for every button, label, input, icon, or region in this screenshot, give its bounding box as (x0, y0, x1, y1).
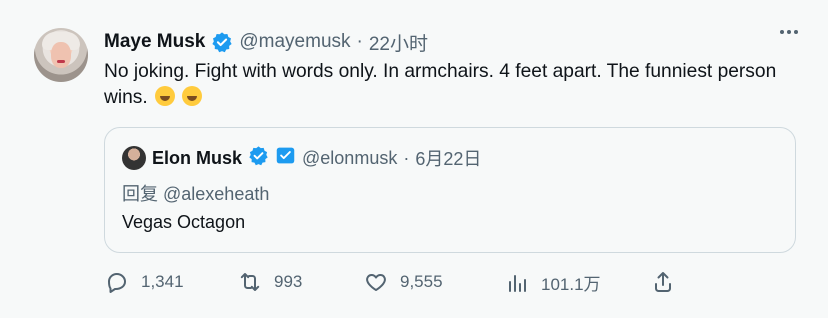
views-icon (509, 274, 526, 292)
author-name[interactable]: Maye Musk (104, 31, 205, 53)
tweet-actions: 1,341 993 9,555 101.1万 (105, 270, 685, 298)
more-dot (787, 30, 791, 34)
more-icon[interactable] (780, 30, 798, 34)
quoted-tweet-time[interactable]: 6月22日 (415, 145, 481, 171)
views-button[interactable]: 101.1万 (505, 270, 601, 295)
share-button[interactable] (651, 270, 675, 294)
tweet-body: No joking. Fight with words only. In arm… (104, 61, 777, 108)
hugging-face-emoji-icon (155, 86, 176, 106)
separator-dot: · (356, 31, 363, 52)
tweet-text: No joking. Fight with words only. In arm… (104, 59, 794, 111)
verified-badge-icon (211, 31, 233, 53)
more-dot (780, 30, 784, 34)
quoted-author-name[interactable]: Elon Musk (152, 148, 242, 169)
quoted-author-avatar[interactable] (122, 146, 146, 170)
quoted-tweet[interactable]: Elon Musk @elonmusk · 6月22日 回复 @alexehea… (104, 127, 796, 253)
quoted-tweet-text: Vegas Octagon (122, 212, 246, 232)
retweet-count: 993 (274, 272, 303, 291)
author-handle[interactable]: @mayemusk (239, 31, 350, 53)
like-button[interactable]: 9,555 (364, 270, 443, 294)
quoted-tweet-header: Elon Musk @elonmusk · 6月22日 (122, 145, 481, 171)
laughing-tears-emoji-icon (182, 86, 203, 106)
author-avatar[interactable] (34, 28, 88, 82)
views-count: 101.1万 (541, 275, 601, 294)
quoted-author-handle[interactable]: @elonmusk (302, 148, 397, 169)
verified-badge-icon (248, 145, 269, 171)
like-count: 9,555 (400, 272, 443, 291)
avatar-face-shape (51, 42, 71, 68)
avatar-lips-shape (57, 60, 65, 63)
tweet-time[interactable]: 22小时 (369, 29, 428, 56)
separator-dot: · (403, 147, 410, 168)
affiliation-badge-icon (275, 145, 296, 171)
more-dot (794, 30, 798, 34)
reply-to-label: 回复 @alexeheath (122, 184, 270, 204)
heart-icon (366, 274, 386, 291)
share-icon (655, 272, 671, 292)
reply-button[interactable]: 1,341 (105, 270, 184, 294)
tweet-card[interactable]: Maye Musk @mayemusk · 22小时 No joking. Fi… (0, 0, 828, 318)
retweet-button[interactable]: 993 (238, 270, 302, 294)
reply-icon (108, 273, 126, 293)
reply-count: 1,341 (141, 272, 184, 291)
tweet-header: Maye Musk @mayemusk · 22小时 (104, 29, 428, 56)
retweet-icon (240, 273, 260, 291)
